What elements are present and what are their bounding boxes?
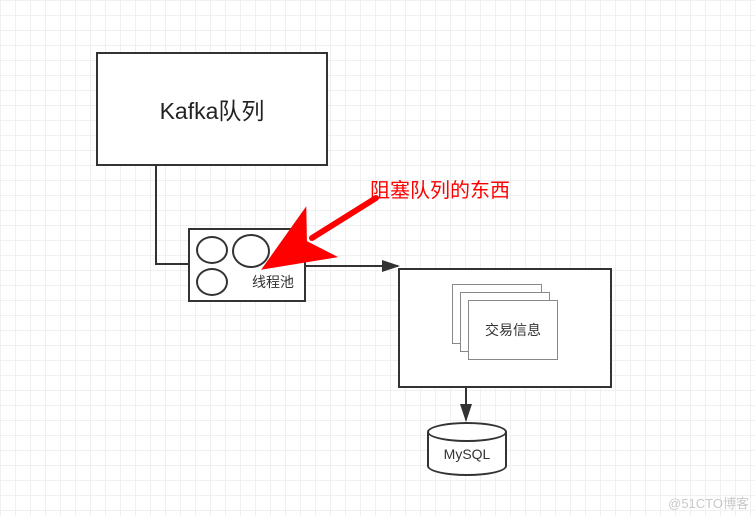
thread-icon <box>196 268 228 296</box>
thread-pool-box: 线程池 <box>188 228 306 302</box>
transaction-card-front: 交易信息 <box>468 300 558 360</box>
annotation-text: 阻塞队列的东西 <box>370 174 510 203</box>
mysql-label: MySQL <box>427 446 507 462</box>
watermark: @51CTO博客 <box>668 493 749 512</box>
thread-pool-label: 线程池 <box>252 272 294 292</box>
mysql-db: MySQL <box>427 422 507 478</box>
kafka-queue-box: Kafka队列 <box>96 52 328 166</box>
transaction-label: 交易信息 <box>485 320 541 340</box>
kafka-queue-label: Kafka队列 <box>98 54 326 164</box>
transaction-box: 交易信息 <box>398 268 612 388</box>
thread-icon <box>196 236 228 264</box>
thread-icon <box>232 234 270 268</box>
cylinder-top <box>427 422 507 442</box>
annotation-arrow-icon <box>312 198 376 238</box>
